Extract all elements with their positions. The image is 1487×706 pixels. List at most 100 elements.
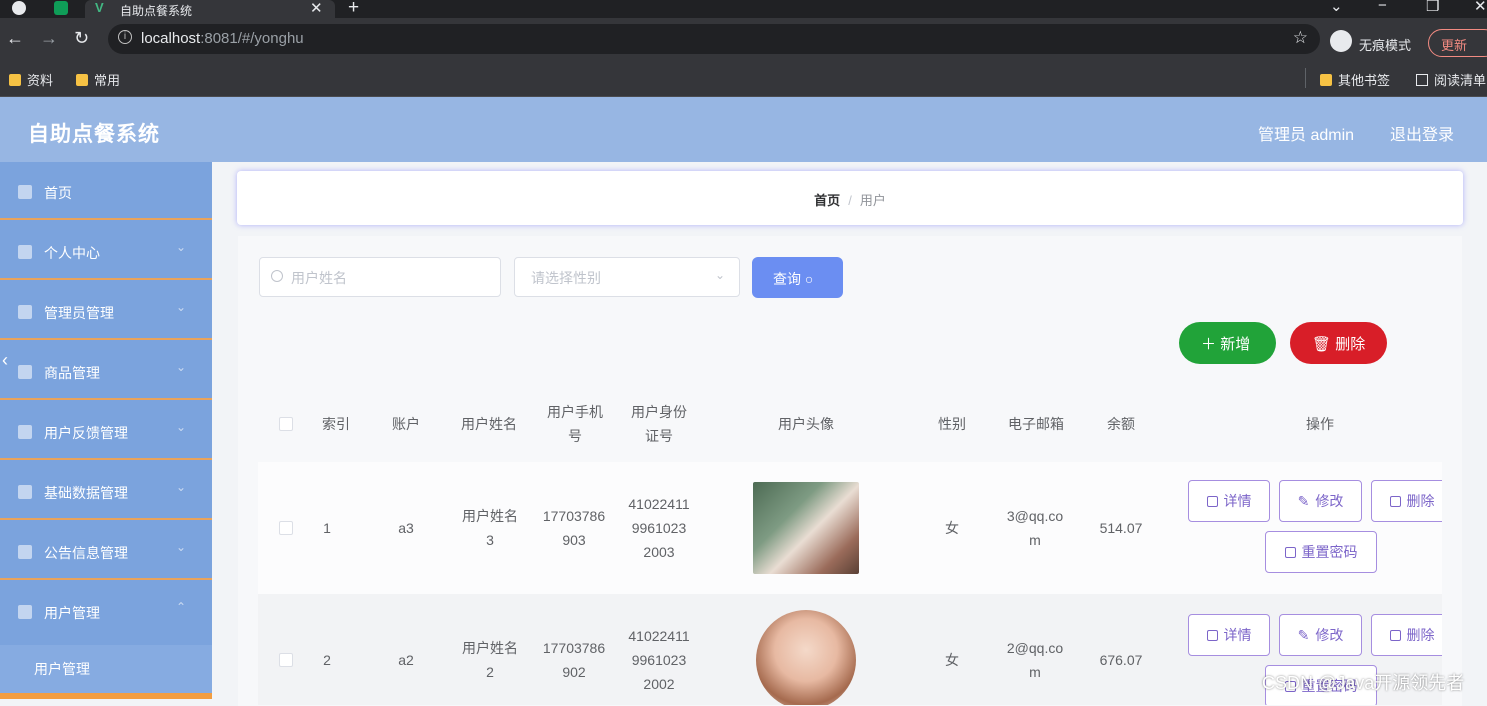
update-button[interactable]: 更新 [1428, 29, 1487, 57]
cell-email: 2@qq.com [1006, 640, 1064, 680]
batch-delete-button[interactable]: 🗑 删除 [1290, 322, 1387, 364]
sidebar-subitem-label: 用户管理 [34, 661, 90, 677]
watermark: CSDN @Java开源领先者 [1262, 673, 1465, 693]
sidebar-item-profile[interactable]: 个人中心 ⌄ [0, 222, 212, 280]
collapse-sidebar-icon[interactable]: ‹ [2, 350, 8, 371]
gender-select[interactable]: 请选择性别 ⌄ [514, 257, 740, 297]
edit-button[interactable]: ✎ 修改 [1279, 614, 1362, 656]
address-bar[interactable]: i localhost:8081/#/yonghu ☆ [108, 24, 1320, 54]
chevron-down-icon: ⌄ [714, 268, 725, 282]
add-button[interactable]: ＋ 新增 [1179, 322, 1276, 364]
column-header: 余额 [1107, 415, 1135, 432]
new-tab-icon[interactable]: + [348, 0, 359, 19]
window-close-icon[interactable]: ✕ [1474, 0, 1487, 15]
minimize-icon[interactable]: − [1378, 0, 1387, 14]
pin-icon [18, 425, 32, 439]
sidebar-item-users[interactable]: 用户管理 ⌃ [0, 582, 212, 640]
row-checkbox[interactable] [278, 521, 293, 535]
user-avatar-image[interactable] [756, 610, 856, 705]
globe-icon[interactable] [12, 1, 26, 15]
url-text[interactable]: localhost:8081/#/yonghu [141, 30, 304, 47]
active-indicator [0, 693, 212, 699]
app-header: 自助点餐系统 管理员 admin 退出登录 [0, 97, 1487, 162]
cell-phone: 17703786902 [542, 640, 606, 680]
sidebar-item-basedata[interactable]: 基础数据管理 ⌄ [0, 462, 212, 520]
bookmarks-bar: 资料 常用 其他书签 阅读清单 [0, 60, 1487, 97]
tab-close-icon[interactable]: ✕ [310, 0, 323, 17]
bookmark-folder[interactable]: 资料 [9, 70, 53, 89]
folder-icon [1320, 73, 1332, 86]
users-table: 索引 账户 用户姓名 用户手机号 用户身份证号 用户头像 性别 电子邮箱 余额 … [258, 385, 1442, 705]
incognito-icon[interactable] [1330, 30, 1352, 52]
chevron-down-icon[interactable]: ⌄ [1330, 0, 1343, 15]
sidebar-item-label: 用户反馈管理 [44, 425, 128, 441]
sidebar-item-notices[interactable]: 公告信息管理 ⌄ [0, 522, 212, 580]
add-button-label: 新增 [1220, 336, 1251, 353]
menu-icon [18, 545, 32, 559]
column-header: 账户 [392, 415, 420, 432]
sheets-icon[interactable] [54, 1, 68, 15]
home-icon [18, 185, 32, 199]
sidebar-item-feedback[interactable]: 用户反馈管理 ⌄ [0, 402, 212, 460]
sidebar-item-home[interactable]: 首页 [0, 162, 212, 220]
chart-icon [18, 485, 32, 499]
document-icon [1206, 495, 1218, 507]
breadcrumb-home[interactable]: 首页 [814, 193, 840, 208]
select-all-checkbox[interactable] [278, 416, 293, 431]
cell-name: 用户姓名3 [462, 508, 518, 548]
chevron-down-icon: ⌄ [176, 540, 187, 554]
browser-tab-strip: V 自助点餐系统 ✕ + ⌄ − ❐ ✕ [0, 0, 1487, 18]
site-info-icon[interactable]: i [118, 30, 132, 44]
gender-select-placeholder: 请选择性别 [531, 270, 601, 286]
cell-balance: 514.07 [1099, 520, 1143, 536]
bookmark-star-icon[interactable]: ☆ [1293, 28, 1308, 48]
table-header: 索引 账户 用户姓名 用户手机号 用户身份证号 用户头像 性别 电子邮箱 余额 … [258, 385, 1442, 462]
sidebar-item-label: 首页 [44, 185, 72, 201]
sidebar-item-label: 公告信息管理 [44, 545, 128, 561]
restore-icon[interactable]: ❐ [1426, 0, 1439, 15]
pencil-icon: ✎ [1297, 626, 1310, 643]
row-delete-button[interactable]: 删除 [1371, 480, 1442, 522]
sidebar-item-products[interactable]: 商品管理 ⌄ [0, 342, 212, 400]
cell-email: 3@qq.com [1006, 508, 1064, 548]
browser-tab-title[interactable]: 自助点餐系统 [120, 2, 192, 19]
bookmark-folder[interactable]: 常用 [76, 70, 120, 89]
cell-name: 用户姓名2 [462, 640, 518, 680]
list-icon [18, 365, 32, 379]
incognito-label: 无痕模式 [1359, 38, 1412, 53]
detail-button[interactable]: 详情 [1188, 614, 1270, 656]
sidebar: 首页 个人中心 ⌄ 管理员管理 ⌄ 商品管理 ⌄ 用户反馈管理 ⌄ 基础数据管理… [0, 162, 212, 699]
cell-idcard: 410224119961023 2002 [628, 628, 690, 692]
reading-list[interactable]: 阅读清单 [1416, 70, 1486, 89]
trash-icon [1389, 495, 1401, 507]
trash-icon [1389, 629, 1401, 641]
edit-button[interactable]: ✎ 修改 [1279, 480, 1362, 522]
cell-index: 2 [323, 652, 331, 668]
other-bookmarks[interactable]: 其他书签 [1320, 70, 1390, 89]
reset-password-button[interactable]: 重置密码 [1265, 531, 1377, 573]
sidebar-item-label: 个人中心 [44, 245, 100, 261]
logout-link[interactable]: 退出登录 [1390, 121, 1454, 145]
sidebar-item-admins[interactable]: 管理员管理 ⌄ [0, 282, 212, 340]
forward-icon[interactable]: → [40, 28, 58, 49]
user-avatar-image[interactable] [753, 482, 859, 574]
search-icon [271, 270, 283, 282]
search-name-input[interactable]: 用户姓名 [259, 257, 501, 297]
reload-icon[interactable]: ↻ [74, 28, 89, 49]
column-header: 电子邮箱 [1008, 415, 1064, 432]
document-icon [1206, 629, 1218, 641]
back-icon[interactable]: ← [6, 28, 24, 49]
query-button[interactable]: 查询 ○ [752, 257, 843, 298]
vue-favicon-icon: V [95, 0, 104, 15]
cell-account: a3 [398, 520, 414, 536]
detail-button[interactable]: 详情 [1188, 480, 1270, 522]
cell-idcard: 410224119961023 2003 [628, 496, 690, 560]
row-checkbox[interactable] [278, 653, 293, 667]
sidebar-subitem-users[interactable]: 用户管理 [0, 645, 212, 699]
search-name-placeholder: 用户姓名 [291, 270, 347, 286]
cell-avatar [696, 594, 916, 705]
row-delete-button[interactable]: 删除 [1371, 614, 1442, 656]
search-icon: ○ [804, 271, 814, 287]
trash-icon: 🗑 [1312, 336, 1332, 353]
table-row: 1 a3 用户姓名3 17703786903 410224119961023 2… [258, 462, 1442, 594]
